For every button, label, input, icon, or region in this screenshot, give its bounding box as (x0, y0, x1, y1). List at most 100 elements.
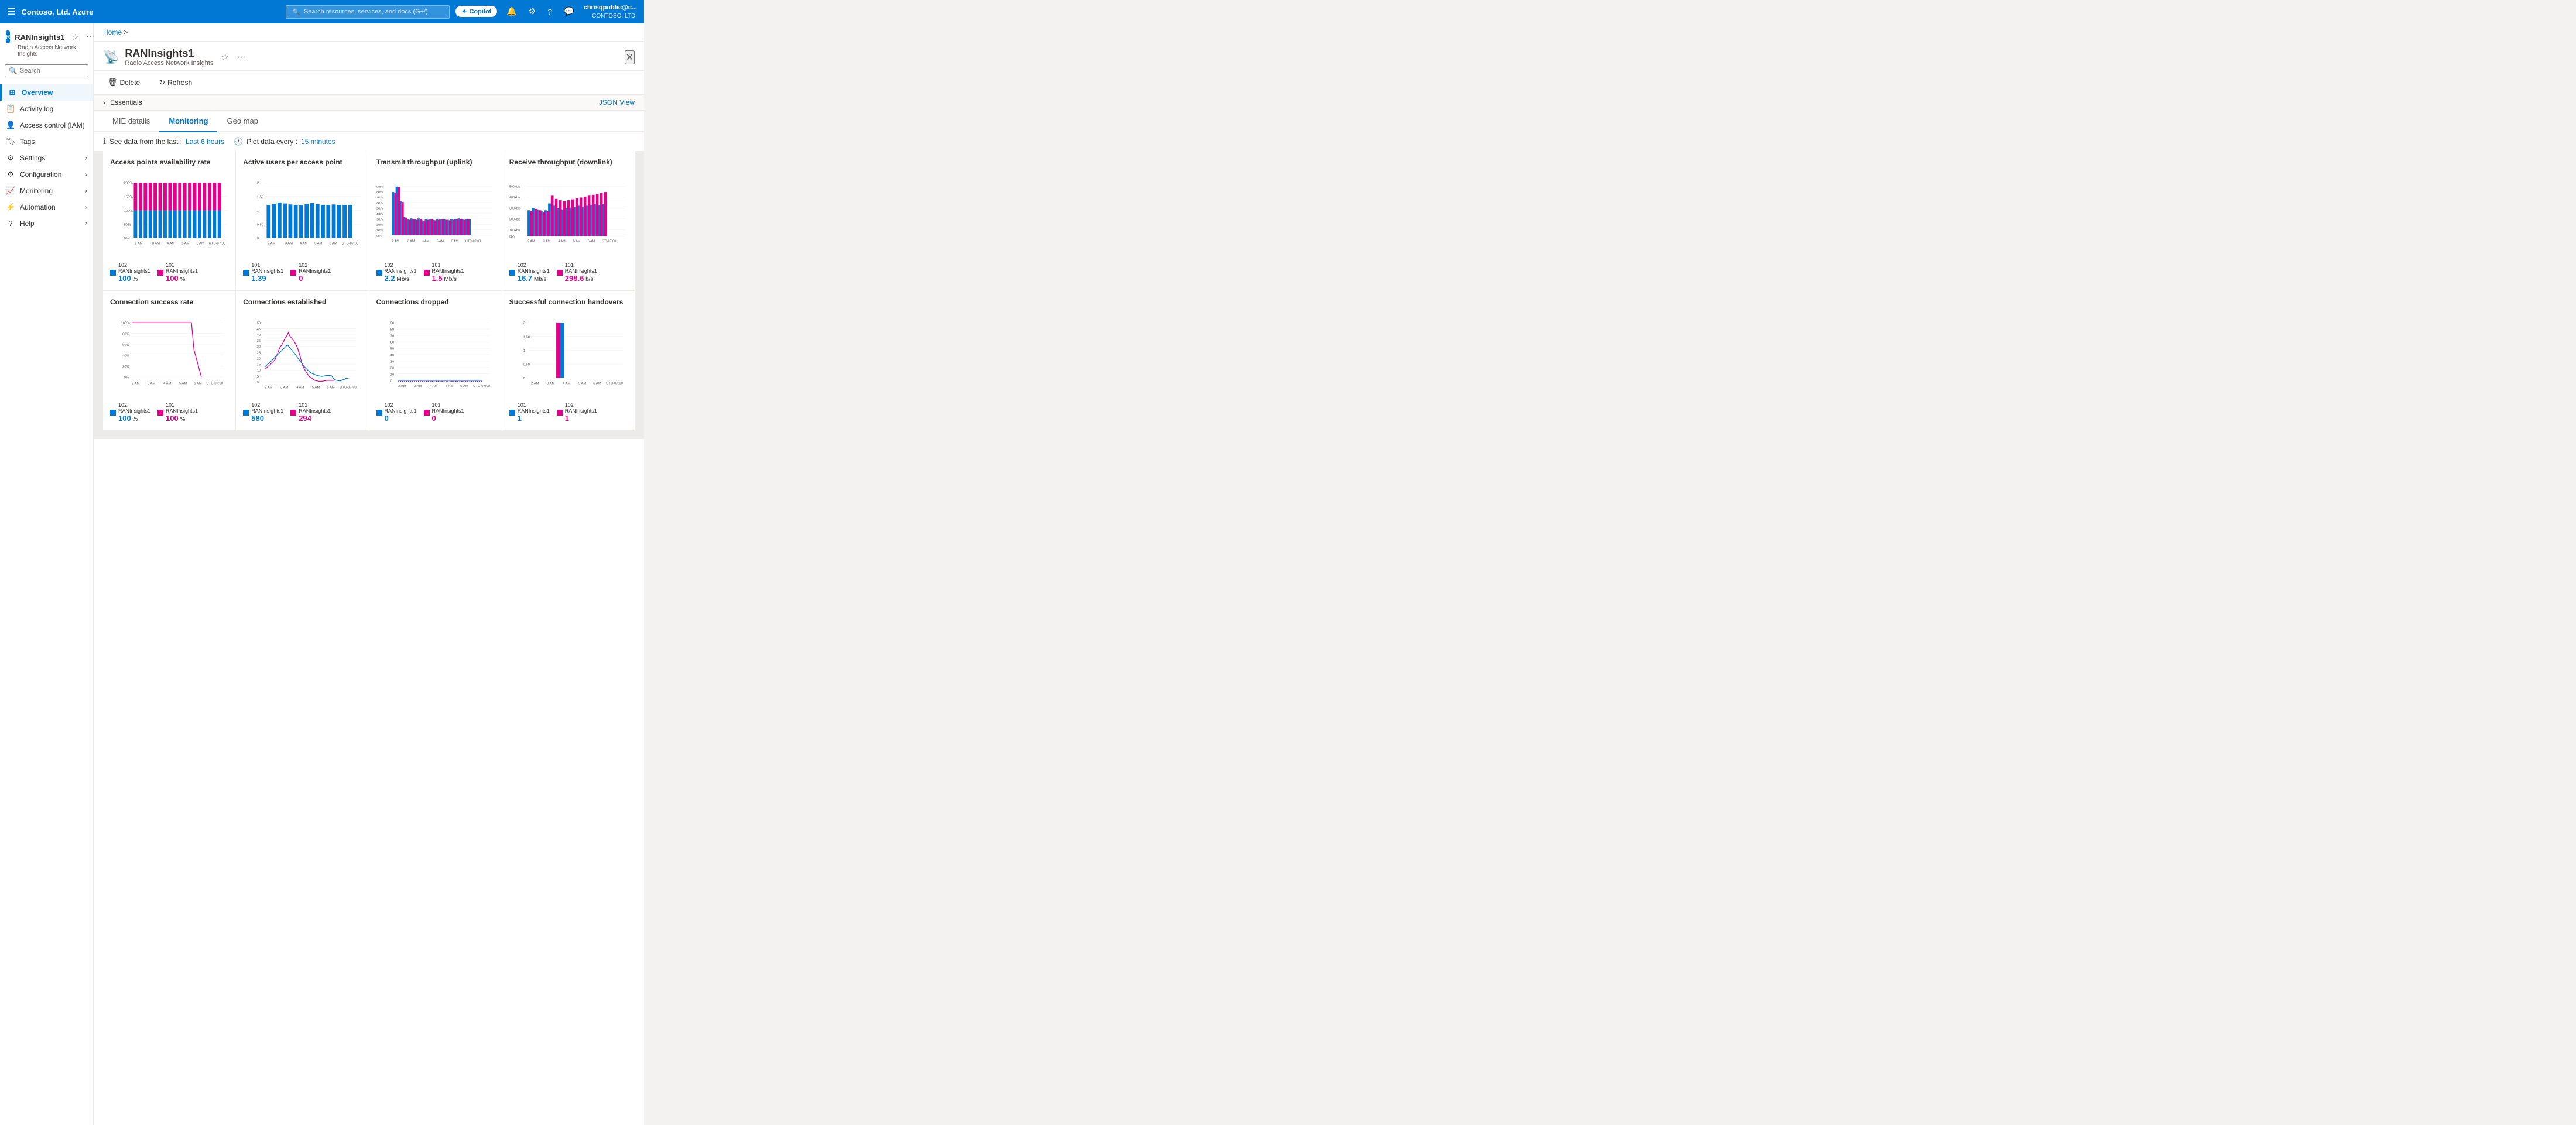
chart-area: 9kb/s 8kb/s 7kb/s 6kb/s 5kb/s 4kb/s 3kb/… (376, 171, 495, 259)
chart-legend: 102RANInsights1 100 % 101RANInsights1 10… (110, 402, 228, 423)
svg-text:5 AM: 5 AM (573, 240, 581, 243)
svg-text:100kb/s: 100kb/s (509, 229, 520, 232)
svg-text:1: 1 (257, 210, 259, 213)
tab-geo-map[interactable]: Geo map (217, 111, 267, 132)
search-icon: 🔍 (292, 8, 300, 16)
chart-legend: 102RANInsights1 2.2 Mb/s 101RANInsights1… (376, 262, 495, 283)
copilot-icon: ✦ (461, 8, 467, 15)
svg-text:400kb/s: 400kb/s (509, 196, 520, 200)
essentials-chevron-icon[interactable]: › (103, 98, 105, 107)
svg-text:UTC-07:00: UTC-07:00 (206, 382, 223, 386)
chart-area: 50 45 40 35 30 25 20 15 10 5 0 (243, 311, 361, 399)
chart-title: Connections established (243, 298, 361, 306)
legend-color-blue (376, 270, 382, 276)
tab-mie-details[interactable]: MIE details (103, 111, 159, 132)
svg-text:5 AM: 5 AM (578, 382, 586, 386)
legend-color-blue (110, 270, 116, 276)
svg-text:20%: 20% (122, 365, 130, 369)
svg-text:UTC-07:00: UTC-07:00 (342, 242, 359, 246)
tab-monitoring[interactable]: Monitoring (159, 111, 217, 132)
chart-title: Successful connection handovers (509, 298, 628, 306)
chart-area: 100% 80% 60% 40% 20% 0% (110, 311, 228, 399)
legend-color-pink (424, 410, 430, 416)
svg-text:2kb/s: 2kb/s (376, 224, 383, 227)
access-control-icon: 👤 (6, 121, 15, 130)
legend-value: 0 (432, 414, 436, 423)
chart-legend: 102RANInsights1 16.7 Mb/s 101RANInsights… (509, 262, 628, 283)
svg-text:40: 40 (257, 334, 261, 337)
brand-name: Contoso, Ltd. Azure (21, 8, 280, 16)
hamburger-icon[interactable]: ☰ (7, 6, 15, 18)
resource-favorite-icon[interactable]: ☆ (221, 52, 229, 62)
favorite-icon[interactable]: ☆ (71, 32, 79, 42)
svg-text:70: 70 (390, 335, 394, 338)
legend-color-blue (376, 410, 382, 416)
svg-text:2 AM: 2 AM (132, 382, 139, 386)
copilot-button[interactable]: ✦ Copilot (455, 6, 497, 17)
svg-text:1.50: 1.50 (523, 335, 530, 339)
svg-text:5 AM: 5 AM (312, 386, 320, 389)
chart-area: 200% 150% 100% 50% 0% (110, 171, 228, 259)
json-view-link[interactable]: JSON View (599, 98, 635, 107)
sidebar-search-input[interactable] (20, 67, 84, 74)
top-bar: ☰ Contoso, Ltd. Azure 🔍 ✦ Copilot 🔔 ⚙ ? … (0, 0, 644, 23)
legend-color-blue (243, 410, 249, 416)
legend-item-101: 101RANInsights1 100 % (157, 402, 198, 423)
user-info[interactable]: chrisqpublic@c... CONTOSO, LTD. (584, 4, 637, 19)
sidebar-item-overview[interactable]: ⊞ Overview (0, 84, 93, 101)
svg-text:6 AM: 6 AM (593, 382, 601, 386)
sidebar-item-monitoring[interactable]: 📈 Monitoring › (0, 183, 93, 199)
chart-title: Transmit throughput (uplink) (376, 158, 495, 166)
sidebar-search-box[interactable]: 🔍 (5, 64, 88, 77)
legend-color-pink (424, 270, 430, 276)
svg-text:2 AM: 2 AM (268, 242, 275, 246)
svg-text:40%: 40% (122, 354, 130, 358)
legend-name: 101RANInsights1 (565, 262, 597, 274)
delete-button[interactable]: 🗑 Delete (103, 76, 145, 90)
settings-button[interactable]: ⚙ (526, 4, 539, 19)
plot-filter-value[interactable]: 15 minutes (301, 138, 335, 146)
time-filter-label: See data from the last : (109, 138, 182, 146)
svg-text:4 AM: 4 AM (430, 385, 437, 388)
global-search-input[interactable] (304, 8, 433, 15)
notifications-button[interactable]: 🔔 (504, 4, 519, 19)
svg-text:0: 0 (257, 381, 259, 385)
svg-text:4 AM: 4 AM (296, 386, 304, 389)
svg-text:4 AM: 4 AM (563, 382, 570, 386)
breadcrumb-home[interactable]: Home (103, 28, 122, 36)
resource-more-icon[interactable]: ··· (237, 52, 246, 63)
sidebar-item-settings[interactable]: ⚙ Settings › (0, 150, 93, 166)
svg-text:5 AM: 5 AM (179, 382, 187, 386)
sidebar-item-label: Automation (20, 203, 56, 211)
global-search-box[interactable]: 🔍 (286, 5, 450, 19)
legend-value: 580 (251, 414, 264, 423)
plot-filter: 🕐 Plot data every : 15 minutes (234, 137, 335, 146)
legend-unit: % (180, 276, 186, 283)
time-filter-value[interactable]: Last 6 hours (186, 138, 224, 146)
sidebar-item-automation[interactable]: ⚡ Automation › (0, 199, 93, 215)
chart-area: 2 1.50 1 0.50 0 (243, 171, 361, 259)
legend-name: 102RANInsights1 (251, 402, 283, 414)
help-icon: ? (6, 219, 15, 228)
refresh-button[interactable]: ↻ Refresh (154, 76, 197, 90)
legend-color-pink (290, 270, 296, 276)
legend-unit: % (132, 276, 138, 283)
svg-text:0.50: 0.50 (523, 363, 530, 367)
sidebar-item-help[interactable]: ? Help › (0, 215, 93, 231)
sidebar-item-access-control[interactable]: 👤 Access control (IAM) (0, 117, 93, 133)
svg-text:30: 30 (257, 345, 261, 349)
chart-connections-dropped: Connections dropped 90 80 70 60 50 40 30… (369, 291, 502, 430)
svg-text:10: 10 (390, 373, 394, 376)
svg-text:5 AM: 5 AM (181, 242, 189, 246)
sidebar-item-configuration[interactable]: ⚙ Configuration › (0, 166, 93, 183)
chart-svg: 9kb/s 8kb/s 7kb/s 6kb/s 5kb/s 4kb/s 3kb/… (376, 171, 495, 259)
svg-text:30: 30 (390, 360, 394, 363)
svg-text:3 AM: 3 AM (407, 240, 415, 243)
sidebar-item-tags[interactable]: 🏷 Tags (0, 133, 93, 150)
sidebar-item-activity-log[interactable]: 📋 Activity log (0, 101, 93, 117)
close-button[interactable]: ✕ (625, 50, 635, 64)
activity-log-icon: 📋 (6, 104, 15, 114)
feedback-button[interactable]: 💬 (561, 4, 576, 19)
legend-unit: % (132, 416, 138, 423)
help-button[interactable]: ? (545, 5, 554, 19)
